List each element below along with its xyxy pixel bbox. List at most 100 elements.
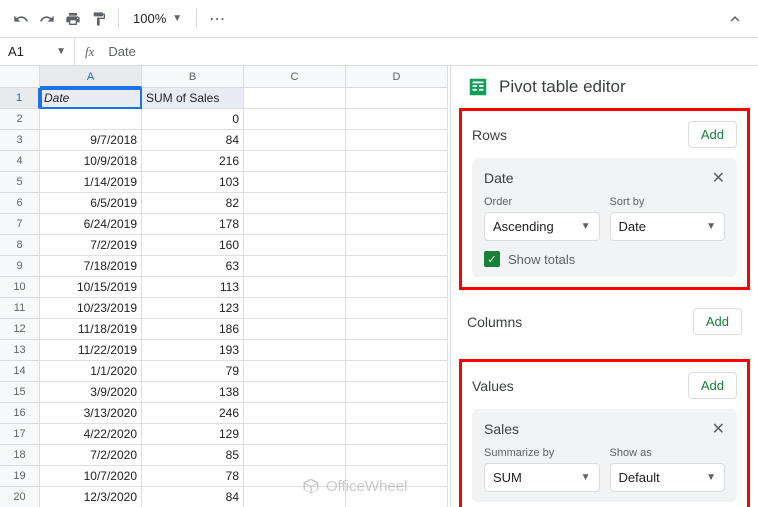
cell[interactable] <box>244 172 346 193</box>
cell[interactable] <box>244 214 346 235</box>
row-header[interactable]: 17 <box>0 424 40 445</box>
row-header[interactable]: 14 <box>0 361 40 382</box>
cell[interactable]: 103 <box>142 172 244 193</box>
summarize-select[interactable]: SUM▼ <box>484 463 600 492</box>
cell[interactable]: 216 <box>142 151 244 172</box>
cell[interactable] <box>244 298 346 319</box>
cell[interactable]: 186 <box>142 319 244 340</box>
cell[interactable]: 63 <box>142 256 244 277</box>
showas-select[interactable]: Default▼ <box>610 463 726 492</box>
cell[interactable]: 7/2/2020 <box>40 445 142 466</box>
cell[interactable] <box>244 361 346 382</box>
col-header-d[interactable]: D <box>346 66 448 88</box>
cell[interactable] <box>244 277 346 298</box>
add-columns-button[interactable]: Add <box>693 308 742 335</box>
cell[interactable]: 7/18/2019 <box>40 256 142 277</box>
cell[interactable]: 0 <box>142 109 244 130</box>
cell[interactable] <box>244 403 346 424</box>
row-header[interactable]: 20 <box>0 487 40 507</box>
undo-button[interactable] <box>8 6 34 32</box>
col-header-b[interactable]: B <box>142 66 244 88</box>
cell[interactable]: 10/23/2019 <box>40 298 142 319</box>
cell[interactable] <box>346 214 448 235</box>
cell[interactable] <box>244 235 346 256</box>
cell[interactable]: 3/9/2020 <box>40 382 142 403</box>
cell[interactable]: 129 <box>142 424 244 445</box>
row-header[interactable]: 7 <box>0 214 40 235</box>
paint-format-button[interactable] <box>86 6 112 32</box>
cell[interactable]: 10/9/2018 <box>40 151 142 172</box>
cell[interactable] <box>244 382 346 403</box>
name-box[interactable]: A1▼ <box>0 38 75 65</box>
collapse-panel-button[interactable] <box>720 6 750 32</box>
col-header-a[interactable]: A <box>40 66 142 88</box>
cell[interactable] <box>346 130 448 151</box>
row-header[interactable]: 6 <box>0 193 40 214</box>
select-all-corner[interactable] <box>0 66 40 88</box>
cell[interactable]: 6/24/2019 <box>40 214 142 235</box>
cell[interactable]: 11/18/2019 <box>40 319 142 340</box>
row-header[interactable]: 2 <box>0 109 40 130</box>
row-header[interactable]: 3 <box>0 130 40 151</box>
cell[interactable]: 85 <box>142 445 244 466</box>
cell[interactable]: 4/22/2020 <box>40 424 142 445</box>
cell[interactable]: 82 <box>142 193 244 214</box>
cell[interactable]: 123 <box>142 298 244 319</box>
add-values-button[interactable]: Add <box>688 372 737 399</box>
cell[interactable]: 79 <box>142 361 244 382</box>
row-header[interactable]: 13 <box>0 340 40 361</box>
cell[interactable]: 10/7/2020 <box>40 466 142 487</box>
row-header[interactable]: 9 <box>0 256 40 277</box>
more-button[interactable]: ⋯ <box>203 9 231 29</box>
cell[interactable] <box>244 151 346 172</box>
print-button[interactable] <box>60 6 86 32</box>
row-header[interactable]: 11 <box>0 298 40 319</box>
row-header[interactable]: 15 <box>0 382 40 403</box>
cell[interactable] <box>244 319 346 340</box>
cell[interactable] <box>346 340 448 361</box>
cell[interactable] <box>346 445 448 466</box>
sortby-select[interactable]: Date▼ <box>610 212 726 241</box>
show-totals-checkbox[interactable]: ✓ <box>484 251 500 267</box>
cell[interactable] <box>346 403 448 424</box>
cell[interactable]: SUM of Sales <box>142 88 244 109</box>
cell[interactable] <box>244 445 346 466</box>
add-rows-button[interactable]: Add <box>688 121 737 148</box>
cell[interactable]: 1/14/2019 <box>40 172 142 193</box>
cell[interactable] <box>346 151 448 172</box>
cell[interactable] <box>40 109 142 130</box>
cell[interactable]: 3/13/2020 <box>40 403 142 424</box>
cell[interactable] <box>244 256 346 277</box>
row-header[interactable]: 12 <box>0 319 40 340</box>
cell[interactable] <box>244 130 346 151</box>
redo-button[interactable] <box>34 6 60 32</box>
cell[interactable]: 78 <box>142 466 244 487</box>
row-header[interactable]: 19 <box>0 466 40 487</box>
cell[interactable] <box>346 256 448 277</box>
cell[interactable] <box>346 382 448 403</box>
row-field-card[interactable]: Date ✕ Order Ascending▼ Sort by Date▼ ✓ … <box>472 158 737 277</box>
value-field-card[interactable]: Sales ✕ Summarize by SUM▼ Show as Defaul… <box>472 409 737 502</box>
cell[interactable]: 10/15/2019 <box>40 277 142 298</box>
cell[interactable] <box>346 487 448 507</box>
cell[interactable]: 160 <box>142 235 244 256</box>
cell[interactable]: 12/3/2020 <box>40 487 142 507</box>
row-header[interactable]: 8 <box>0 235 40 256</box>
cell[interactable]: 84 <box>142 130 244 151</box>
formula-input[interactable]: Date <box>104 44 139 59</box>
cell[interactable] <box>244 109 346 130</box>
row-header[interactable]: 1 <box>0 88 40 109</box>
close-icon[interactable]: ✕ <box>712 419 725 439</box>
cell[interactable] <box>346 172 448 193</box>
zoom-select[interactable]: 100%▼ <box>125 11 190 26</box>
row-header[interactable]: 4 <box>0 151 40 172</box>
cell[interactable]: 9/7/2018 <box>40 130 142 151</box>
cell[interactable]: 6/5/2019 <box>40 193 142 214</box>
cell[interactable] <box>346 109 448 130</box>
cell[interactable]: 11/22/2019 <box>40 340 142 361</box>
cell[interactable] <box>244 466 346 487</box>
close-icon[interactable]: ✕ <box>712 168 725 188</box>
cell[interactable] <box>244 424 346 445</box>
cell[interactable] <box>346 319 448 340</box>
cell[interactable] <box>346 88 448 109</box>
